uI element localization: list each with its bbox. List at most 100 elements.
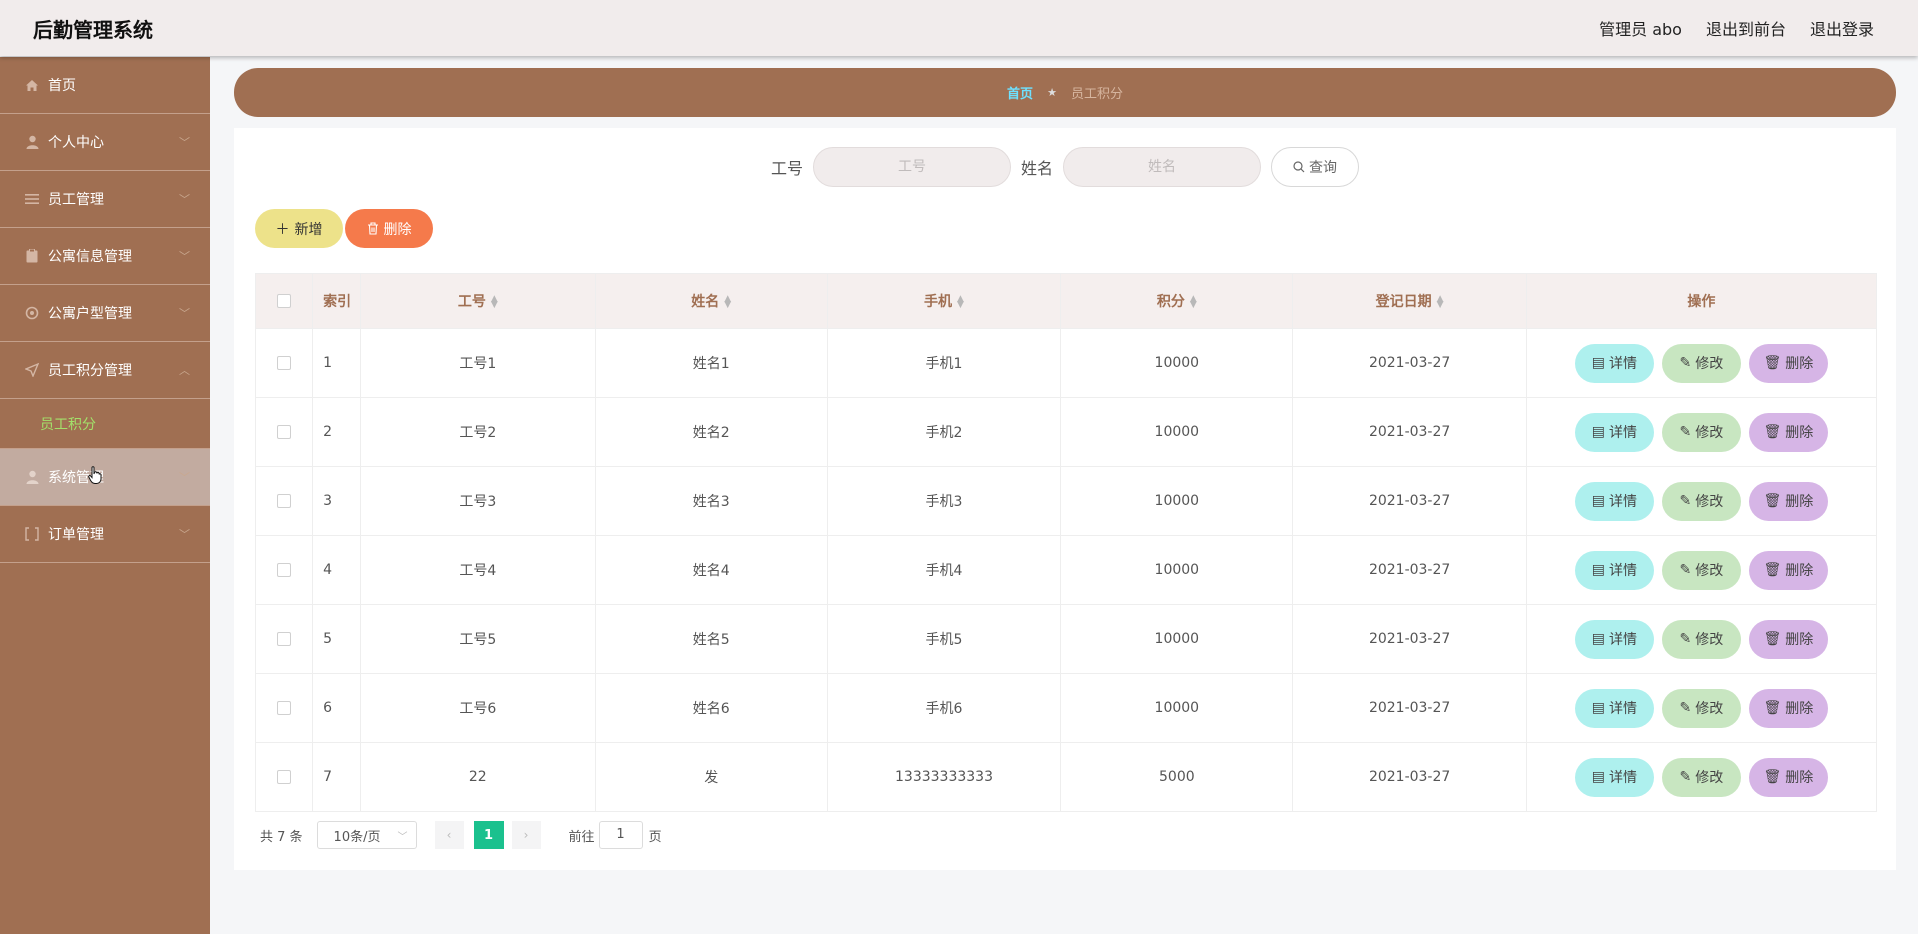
- detail-button[interactable]: ▤ 详情: [1574, 550, 1654, 590]
- delete-button[interactable]: 🗑 删除: [1748, 481, 1828, 521]
- sort-icon[interactable]: ▲ ▼: [957, 295, 964, 310]
- sidebar-subitem-staff-points[interactable]: 员工积分: [0, 399, 210, 449]
- remove-label: 删除: [1785, 425, 1814, 441]
- goto-page-input[interactable]: 1: [598, 821, 643, 849]
- edit-button[interactable]: ✎ 修改: [1661, 343, 1741, 383]
- query-button[interactable]: 查询: [1271, 147, 1360, 187]
- row-checkbox[interactable]: [277, 425, 292, 439]
- select-all-checkbox[interactable]: [277, 294, 292, 308]
- chevron-down-icon: ﹀: [179, 528, 190, 541]
- delete-button[interactable]: 🗑 删除: [1748, 757, 1828, 797]
- remove-label: 删除: [1785, 701, 1814, 717]
- sort-icon[interactable]: ▲ ▼: [724, 295, 731, 310]
- cell-name: 姓名3: [594, 466, 828, 536]
- cell-index: 2: [312, 397, 362, 467]
- detail-button[interactable]: ▤ 详情: [1574, 619, 1654, 659]
- edit-button[interactable]: ✎ 修改: [1661, 550, 1741, 590]
- delete-button[interactable]: 🗑 删除: [1748, 619, 1828, 659]
- edit-button[interactable]: ✎ 修改: [1661, 412, 1741, 452]
- sort-icon[interactable]: ▲ ▼: [1437, 295, 1444, 310]
- row-checkbox[interactable]: [277, 632, 292, 646]
- edit-button[interactable]: ✎ 修改: [1661, 688, 1741, 728]
- header-ops: 操作: [1525, 273, 1878, 329]
- name-input[interactable]: 姓名: [1063, 147, 1262, 187]
- header-job-no[interactable]: 工号 ▲ ▼: [360, 273, 596, 329]
- sidebar-item-label: 员工积分管理: [48, 363, 132, 379]
- header-index: 索引: [312, 273, 362, 329]
- row-checkbox[interactable]: [277, 494, 292, 508]
- page-number-active[interactable]: 1: [473, 821, 504, 849]
- prev-page-button[interactable]: ‹: [434, 821, 464, 849]
- sidebar-item-orders[interactable]: 订单管理 ﹀: [0, 506, 210, 563]
- delete-button[interactable]: 🗑 删除: [1748, 550, 1828, 590]
- sidebar-item-home[interactable]: 首页: [0, 57, 210, 114]
- header-name[interactable]: 姓名 ▲ ▼: [594, 273, 828, 329]
- edit-button[interactable]: ✎ 修改: [1661, 757, 1741, 797]
- header-phone[interactable]: 手机 ▲ ▼: [826, 273, 1062, 329]
- edit-label: 修改: [1695, 356, 1724, 372]
- current-user[interactable]: 管理员 abo: [1599, 16, 1682, 40]
- document-icon: ▤: [1591, 493, 1606, 509]
- sidebar-item-apartment-info[interactable]: 公寓信息管理 ﹀: [0, 228, 210, 285]
- detail-label: 详情: [1609, 356, 1638, 372]
- sidebar-item-staff[interactable]: 员工管理 ﹀: [0, 171, 210, 228]
- chevron-down-icon: ﹀: [179, 250, 190, 263]
- document-icon: ▤: [1591, 562, 1606, 578]
- app-title: 后勤管理系统: [33, 17, 153, 42]
- batch-delete-button[interactable]: 删除: [345, 209, 433, 248]
- cell-job-no: 工号3: [360, 466, 596, 536]
- row-checkbox[interactable]: [277, 770, 292, 784]
- cell-job-no: 22: [360, 742, 596, 812]
- cell-points: 10000: [1060, 397, 1294, 467]
- sidebar-item-points[interactable]: 员工积分管理 ︿: [0, 342, 210, 399]
- add-button[interactable]: ＋ 新增: [255, 209, 343, 248]
- header-date[interactable]: 登记日期 ▲ ▼: [1292, 273, 1527, 329]
- logout-link[interactable]: 退出登录: [1810, 16, 1874, 40]
- cell-phone: 手机4: [826, 535, 1062, 605]
- sidebar-item-profile[interactable]: 个人中心 ﹀: [0, 114, 210, 171]
- detail-button[interactable]: ▤ 详情: [1574, 412, 1654, 452]
- chevron-down-icon: ﹀: [179, 307, 190, 320]
- detail-button[interactable]: ▤ 详情: [1574, 343, 1654, 383]
- delete-button[interactable]: 🗑 删除: [1748, 343, 1828, 383]
- sidebar-item-apartment-type[interactable]: 公寓户型管理 ﹀: [0, 285, 210, 342]
- row-checkbox[interactable]: [277, 563, 292, 577]
- clipboard-icon: [24, 248, 40, 264]
- pencil-icon: ✎: [1679, 493, 1692, 509]
- sort-icon[interactable]: ▲ ▼: [491, 295, 498, 310]
- edit-button[interactable]: ✎ 修改: [1661, 481, 1741, 521]
- detail-button[interactable]: ▤ 详情: [1574, 757, 1654, 797]
- next-page-button[interactable]: ›: [511, 821, 541, 849]
- pencil-icon: ✎: [1679, 562, 1692, 578]
- row-checkbox[interactable]: [277, 701, 292, 715]
- chevron-down-icon: ﹀: [179, 136, 190, 149]
- table-row: 2 工号2 姓名2 手机2 10000 2021-03-27 ▤ 详情 ✎ 修改 🗑 删除: [254, 397, 1878, 467]
- sidebar-item-label: 订单管理: [48, 527, 104, 543]
- cell-ops: ▤ 详情 ✎ 修改 🗑 删除: [1525, 742, 1878, 812]
- edit-button[interactable]: ✎ 修改: [1661, 619, 1741, 659]
- sidebar-item-system[interactable]: 系统管理 ﹀: [0, 449, 210, 506]
- delete-button[interactable]: 🗑 删除: [1748, 688, 1828, 728]
- cell-name: 姓名2: [594, 397, 828, 467]
- user-icon: [24, 134, 40, 150]
- trash-icon: 🗑: [1763, 355, 1782, 371]
- edit-label: 修改: [1695, 425, 1724, 441]
- detail-button[interactable]: ▤ 详情: [1574, 688, 1654, 728]
- chevron-down-icon: ﹀: [179, 193, 190, 206]
- job-no-input[interactable]: 工号: [813, 147, 1011, 187]
- edit-label: 修改: [1695, 563, 1724, 579]
- detail-button[interactable]: ▤ 详情: [1574, 481, 1654, 521]
- back-to-front-link[interactable]: 退出到前台: [1706, 16, 1786, 40]
- main-panel: 工号 工号 姓名 姓名 查询 ＋ 新增 删除 索引 工号 ▲▼ 姓名 ▲▼: [234, 128, 1896, 870]
- header-points[interactable]: 积分 ▲ ▼: [1060, 273, 1294, 329]
- delete-button[interactable]: 🗑 删除: [1748, 412, 1828, 452]
- cell-phone: 手机1: [826, 328, 1062, 398]
- document-icon: ▤: [1591, 700, 1606, 716]
- row-checkbox[interactable]: [277, 356, 292, 370]
- header-label: 积分: [1156, 294, 1185, 310]
- breadcrumb-home[interactable]: 首页: [1007, 83, 1033, 102]
- cell-date: 2021-03-27: [1292, 397, 1527, 467]
- page-size-select[interactable]: 10条/页 ﹀: [316, 821, 417, 849]
- detail-label: 详情: [1609, 770, 1638, 786]
- sort-icon[interactable]: ▲ ▼: [1190, 295, 1197, 310]
